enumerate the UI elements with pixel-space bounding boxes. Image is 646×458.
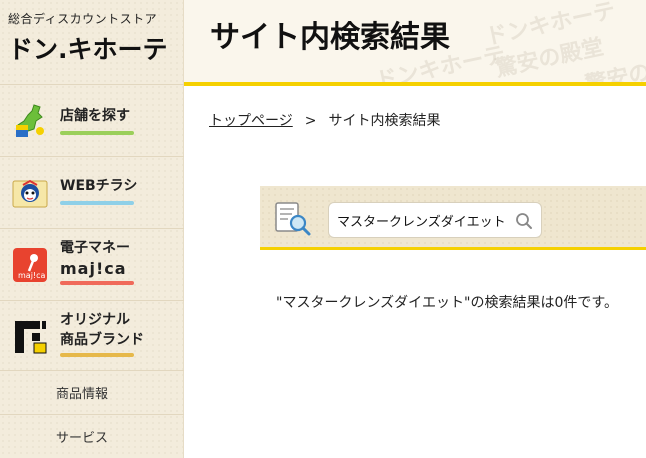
search-panel: [260, 186, 646, 250]
sidebar-item-underline: [60, 131, 134, 135]
sidebar-item-services[interactable]: サービス: [0, 414, 184, 458]
search-result-message: "マスタークレンズダイエット"の検索結果は0件です。: [276, 295, 618, 311]
site-logo[interactable]: 総合ディスカウントストア ドン.キホーテ: [0, 0, 184, 80]
breadcrumb-current: サイト内検索結果: [328, 113, 441, 129]
sidebar-item-web-flyer[interactable]: WEBチラシ: [0, 156, 184, 228]
sidebar-item-underline: [60, 201, 134, 205]
svg-text:maj!ca: maj!ca: [18, 271, 46, 280]
breadcrumb: トップページ > サイト内検索結果: [209, 110, 440, 130]
sidebar: 総合ディスカウントストア ドン.キホーテ 店舗を探す WEBチラシ maj!ca…: [0, 0, 184, 458]
logo-wordmark: ドン.キホーテ: [8, 35, 168, 64]
search-icon[interactable]: [515, 212, 533, 230]
japan-map-icon: [10, 101, 50, 141]
sidebar-item-store-search[interactable]: 店舗を探す: [0, 84, 184, 156]
page-title: サイト内検索結果: [210, 20, 450, 55]
document-search-icon: [274, 200, 312, 238]
sidebar-item-label: 電子マネー: [60, 240, 130, 256]
logo-tagline: 総合ディスカウントストア: [8, 12, 158, 26]
sidebar-item-products[interactable]: 商品情報: [0, 370, 184, 414]
majica-card-icon: maj!ca: [10, 245, 50, 285]
sidebar-item-label: 商品情報: [56, 387, 109, 402]
sidebar-item-sublabel: maj!ca: [60, 259, 127, 278]
search-input[interactable]: [329, 203, 513, 237]
private-brand-icon: [10, 317, 50, 357]
breadcrumb-separator: >: [304, 113, 317, 129]
search-box: [328, 202, 542, 238]
sidebar-item-underline: [60, 353, 134, 357]
sidebar-item-label: 店舗を探す: [60, 108, 130, 124]
sidebar-item-label: WEBチラシ: [60, 178, 138, 194]
breadcrumb-home-link[interactable]: トップページ: [209, 113, 293, 129]
sidebar-item-majica[interactable]: maj!ca 電子マネー maj!ca: [0, 228, 184, 300]
sidebar-item-underline: [60, 281, 134, 285]
mascot-flyer-icon: [10, 173, 50, 213]
sidebar-item-original-brand[interactable]: オリジナル 商品ブランド: [0, 300, 184, 372]
sidebar-item-label: サービス: [56, 431, 109, 446]
sidebar-item-label: オリジナル: [60, 312, 130, 328]
page-header: ドンキホーテ 驚安の殿堂 ドンキホーテ 驚安の殿堂 サイト内検索結果: [184, 0, 646, 86]
sidebar-item-sublabel: 商品ブランド: [60, 332, 144, 348]
